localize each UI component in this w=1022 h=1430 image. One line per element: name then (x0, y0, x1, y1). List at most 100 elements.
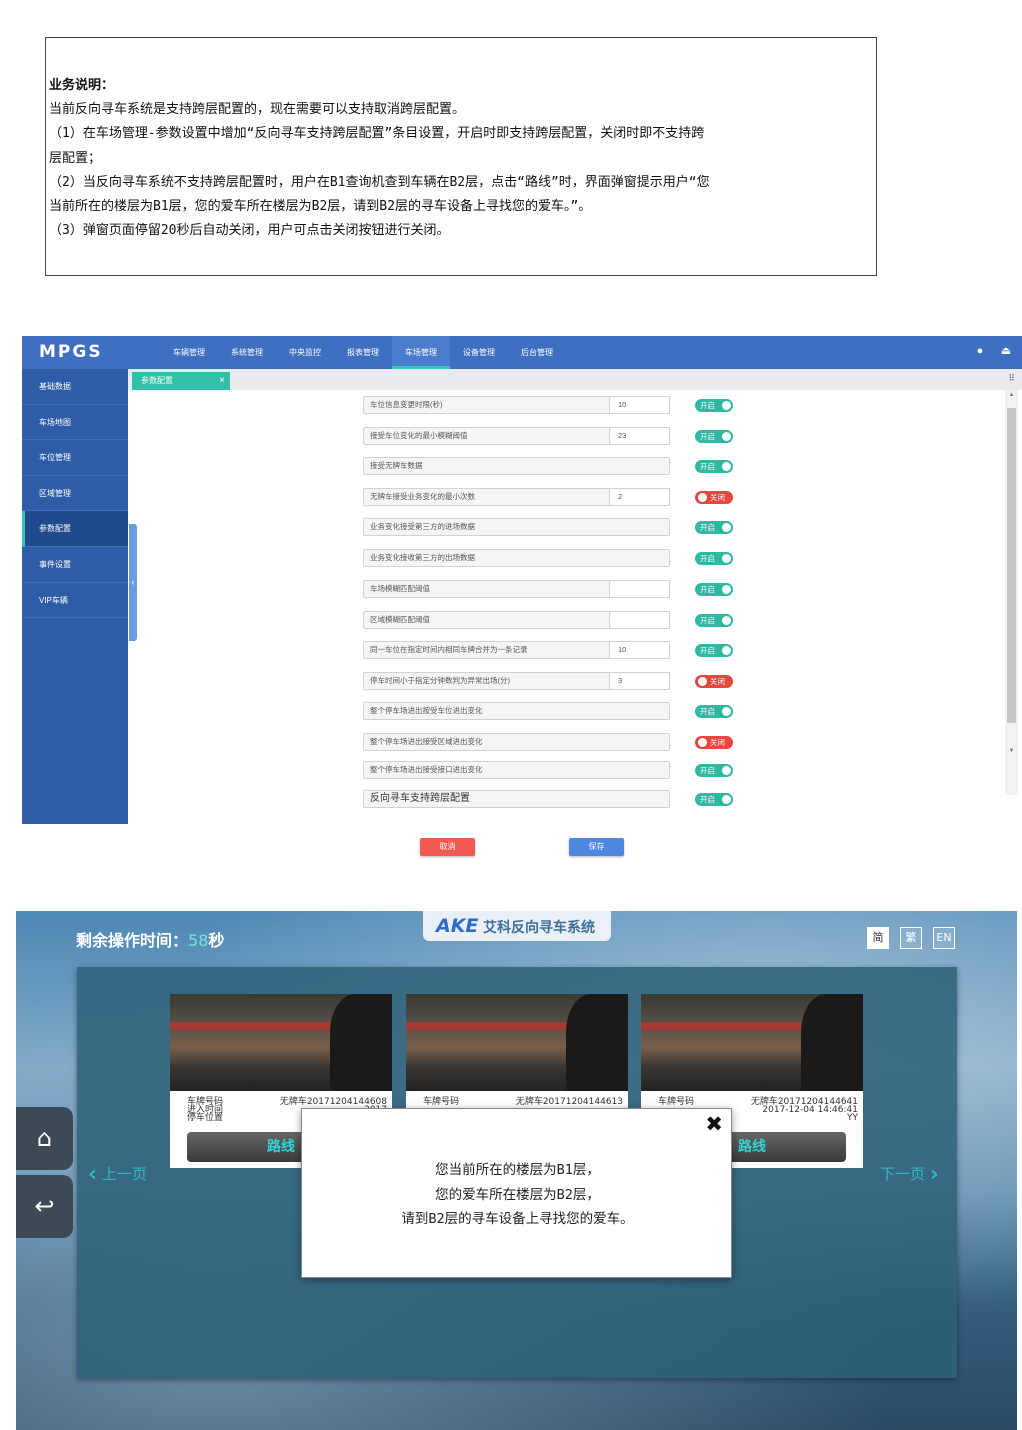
chevron-right-icon: › (929, 1162, 939, 1187)
parameter-label: 整个停车场进出接受接口进出变化 (363, 761, 670, 779)
timer-seconds: 58 (188, 931, 209, 950)
lang-simplified[interactable]: 简 (867, 927, 889, 949)
plate-label: 车牌号码 (658, 1097, 695, 1107)
timer-label: 剩余操作时间： (76, 931, 189, 950)
dialog-line: 您的爱车所在楼层为B2层， (435, 1186, 600, 1203)
tab-close-icon[interactable]: × (219, 372, 225, 390)
parameter-label: 接受无牌车数据 (363, 457, 670, 475)
nav-system[interactable]: 系统管理 (218, 336, 276, 369)
parameter-label: 整个停车场进出接受区域进出变化 (363, 733, 670, 751)
logout-icon[interactable]: ⏏ (1000, 345, 1012, 357)
close-icon[interactable]: ✖ (705, 1112, 723, 1136)
parameter-label: 反向寻车支持跨层配置 (363, 790, 670, 808)
sidebar-item-vip-vehicles[interactable]: VIP车辆 (22, 583, 128, 619)
parameter-value-input[interactable] (609, 611, 670, 629)
scroll-up-icon[interactable]: ▲ (1005, 392, 1018, 398)
cancel-button[interactable]: 取消 (420, 838, 475, 856)
back-button[interactable]: ↩ (16, 1175, 73, 1238)
vehicle-photo (170, 994, 392, 1091)
parameter-toggle[interactable]: 开启 (695, 644, 733, 657)
top-icons: ● ⏏ (974, 345, 1012, 357)
parameter-toggle[interactable]: 关闭 (695, 491, 733, 504)
language-switcher: 简 繁 EN (867, 927, 955, 949)
parameter-value-input[interactable]: 3 (609, 672, 670, 690)
description-line: 层配置； (49, 150, 102, 166)
parameter-value-input[interactable]: 2 (609, 488, 670, 506)
sidebar-item-lot-map[interactable]: 车场地图 (22, 405, 128, 441)
position-value: YY (847, 1113, 858, 1123)
description-line: 当前所在的楼层为B1层，您的爱车所在楼层为B2层，请到B2层的寻车设备上寻找您的… (49, 199, 592, 215)
parameter-toggle[interactable]: 开启 (695, 705, 733, 718)
parameter-toggle[interactable]: 关闭 (695, 675, 733, 688)
position-label: 停车位置 (187, 1113, 224, 1123)
description-line: （2）当反向寻车系统不支持跨层配置时，用户在B1查询机查到车辆在B2层，点击“路… (49, 174, 710, 190)
sidebar: 基础数据 车场地图 车位管理 区域管理 参数配置 事件设置 VIP车辆 (22, 369, 128, 824)
nav-reports[interactable]: 报表管理 (334, 336, 392, 369)
vehicle-photo (641, 994, 863, 1091)
parameter-toggle[interactable]: 开启 (695, 399, 733, 412)
remaining-time: 剩余操作时间：58秒 (76, 927, 224, 951)
sidebar-item-zone-management[interactable]: 区域管理 (22, 476, 128, 512)
prev-page-button[interactable]: ‹ 上一页 (88, 1162, 147, 1187)
parameter-value-input[interactable]: 10 (609, 396, 670, 414)
home-icon: ⌂ (36, 1124, 53, 1152)
parameter-toggle[interactable]: 开启 (695, 764, 733, 777)
brand-header: AKE 艾科反向寻车系统 (423, 911, 611, 941)
parameter-toggle[interactable]: 开启 (695, 793, 733, 806)
floor-mismatch-dialog: ✖ 您当前所在的楼层为B1层， 您的爱车所在楼层为B2层， 请到B2层的寻车设备… (301, 1108, 732, 1278)
parameter-label: 业务变化接受第三方的进场数据 (363, 518, 670, 536)
user-icon[interactable]: ● (974, 345, 986, 357)
nav-devices[interactable]: 设备管理 (450, 336, 508, 369)
top-navigation-bar: MPGS 车辆管理 系统管理 中央监控 报表管理 车场管理 设备管理 后台管理 … (22, 336, 1022, 369)
parameter-toggle[interactable]: 开启 (695, 460, 733, 473)
plate-label: 车牌号码 (423, 1097, 460, 1107)
sidebar-item-events[interactable]: 事件设置 (22, 547, 128, 583)
parameter-toggle[interactable]: 开启 (695, 614, 733, 627)
save-button[interactable]: 保存 (569, 838, 624, 856)
nav-parking-lot[interactable]: 车场管理 (392, 336, 450, 369)
mpgs-admin-window: MPGS 车辆管理 系统管理 中央监控 报表管理 车场管理 设备管理 后台管理 … (22, 336, 1022, 824)
sidebar-item-parameters[interactable]: 参数配置 (22, 511, 128, 547)
time-value: 2017-12-04 14:46:41 (762, 1105, 858, 1115)
scrollbar[interactable]: ▲ ▼ (1005, 390, 1018, 795)
prev-page-label: 上一页 (101, 1165, 147, 1183)
return-icon: ↩ (34, 1192, 55, 1220)
parameters-list: 车位信息变更时限(秒) 10 开启 接受车位变化的最小模糊阈值 23 开启 接受无牌车数据开… (137, 390, 1007, 824)
parameter-toggle[interactable]: 开启 (695, 583, 733, 596)
collapse-sidebar-handle[interactable]: ‹ (129, 524, 137, 641)
dialog-message: 您当前所在的楼层为B1层， 您的爱车所在楼层为B2层， 请到B2层的寻车设备上寻… (302, 1158, 733, 1232)
scroll-thumb[interactable] (1007, 408, 1016, 723)
nav-backend[interactable]: 后台管理 (508, 336, 566, 369)
nav-monitor[interactable]: 中央监控 (276, 336, 334, 369)
parameter-toggle[interactable]: 开启 (695, 430, 733, 443)
parameter-value-input[interactable] (609, 580, 670, 598)
lang-english[interactable]: EN (933, 927, 955, 949)
grid-menu-icon[interactable]: ⠿ (1008, 373, 1015, 384)
sidebar-item-space-management[interactable]: 车位管理 (22, 440, 128, 476)
parameter-toggle[interactable]: 开启 (695, 552, 733, 565)
sidebar-item-basic-data[interactable]: 基础数据 (22, 369, 128, 405)
description-line: 当前反向寻车系统是支持跨层配置的，现在需要可以支持取消跨层配置。 (49, 102, 466, 118)
home-button[interactable]: ⌂ (16, 1107, 73, 1170)
parameter-value-input[interactable]: 10 (609, 641, 670, 659)
next-page-label: 下一页 (880, 1165, 926, 1183)
parameter-label: 业务变化接收第三方的出场数据 (363, 549, 670, 567)
tab-label: 参数配置 (141, 376, 173, 385)
ake-logo: AKE (436, 915, 479, 937)
timer-unit: 秒 (208, 931, 225, 950)
parameter-toggle[interactable]: 关闭 (695, 736, 733, 749)
chevron-left-icon: ‹ (88, 1162, 98, 1187)
dialog-line: 您当前所在的楼层为B1层， (435, 1162, 600, 1178)
next-page-button[interactable]: 下一页 › (880, 1162, 939, 1187)
lang-traditional[interactable]: 繁 (900, 927, 922, 949)
mpgs-logo: MPGS (39, 342, 103, 362)
plate-value: 无牌车201712041446​13 (515, 1097, 623, 1107)
business-description: 业务说明： 当前反向寻车系统是支持跨层配置的，现在需要可以支持取消跨层配置。 （… (45, 37, 877, 276)
nav-vehicle[interactable]: 车辆管理 (160, 336, 218, 369)
description-line: （1）在车场管理-参数设置中增加“反向寻车支持跨层配置”条目设置，开启时即支持跨… (49, 126, 705, 142)
parameter-toggle[interactable]: 开启 (695, 521, 733, 534)
parameter-value-input[interactable]: 23 (609, 427, 670, 445)
dialog-line: 请到B2层的寻车设备上寻找您的爱车。 (401, 1211, 634, 1227)
tab-parameters[interactable]: 参数配置 × (132, 372, 230, 390)
scroll-down-icon[interactable]: ▼ (1005, 748, 1018, 754)
